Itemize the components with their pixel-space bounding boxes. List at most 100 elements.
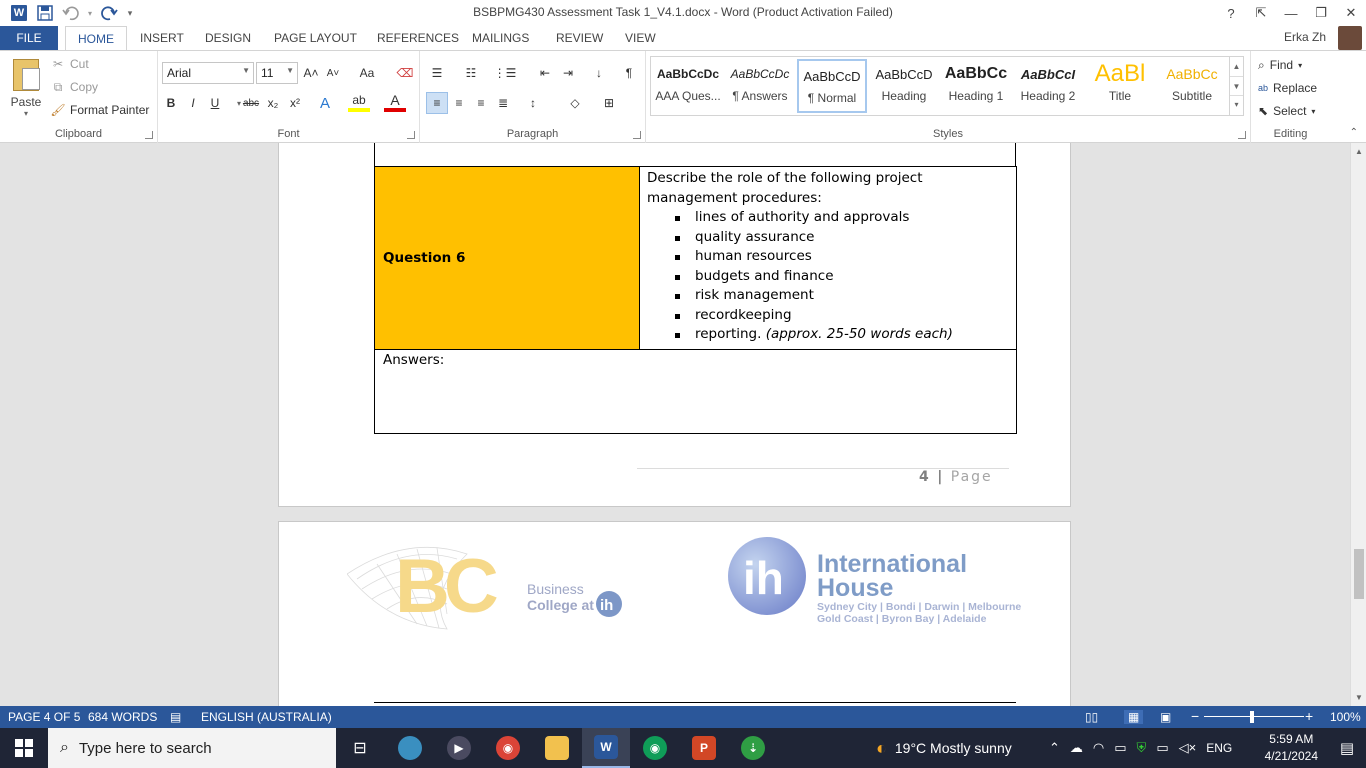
word-count-status[interactable]: 684 WORDS (88, 710, 157, 724)
app-icon-chrome[interactable]: ◉ (631, 728, 679, 768)
scroll-up-icon[interactable]: ▲ (1351, 147, 1366, 156)
volume-icon[interactable]: ◁× (1179, 740, 1197, 756)
shrink-font-button[interactable]: A˅ (322, 62, 344, 84)
system-clock[interactable]: 5:59 AM 4/21/2024 (1265, 731, 1318, 765)
grow-font-button[interactable]: A˄ (300, 62, 322, 84)
network-icon[interactable]: ◠ (1093, 740, 1104, 756)
font-size-select[interactable]: 11 ▼ (256, 62, 298, 84)
borders-icon[interactable]: ⊞ (598, 92, 620, 114)
underline-button[interactable]: U (204, 92, 226, 114)
bold-button[interactable]: B (160, 92, 182, 114)
tab-design[interactable]: DESIGN (205, 26, 251, 50)
chevron-up-icon[interactable]: ⌃ (1049, 740, 1060, 756)
tab-view[interactable]: VIEW (625, 26, 656, 50)
weather-widget[interactable]: ◐ 19°C Mostly sunny (876, 728, 1012, 768)
style-answers[interactable]: AaBbCcDc ¶ Answers (725, 59, 795, 113)
chevron-up-icon[interactable]: ▲ (1230, 57, 1243, 76)
increase-indent-icon[interactable]: ⇥ (557, 62, 579, 84)
tab-review[interactable]: REVIEW (556, 26, 603, 50)
onedrive-icon[interactable]: ☁ (1070, 740, 1083, 756)
font-color-button[interactable]: A (384, 92, 406, 112)
app-icon-photos[interactable] (386, 728, 434, 768)
style-heading-2[interactable]: AaBbCcI Heading 2 (1013, 59, 1083, 113)
select-button[interactable]: ⬉ Select ▾ (1258, 100, 1315, 122)
app-icon-download-manager[interactable]: ⇣ (729, 728, 777, 768)
chevron-down-icon[interactable]: ▼ (1230, 76, 1243, 95)
font-dialog-launcher[interactable] (407, 131, 415, 139)
taskbar-search[interactable]: ⌕ Type here to search (48, 728, 336, 768)
style-title[interactable]: AaBl Title (1085, 59, 1155, 113)
text-effects-button[interactable]: A (314, 92, 336, 114)
tab-mailings[interactable]: MAILINGS (472, 26, 529, 50)
sort-icon[interactable]: ↓ (588, 62, 610, 84)
question-label[interactable]: Question 6 (374, 166, 640, 350)
app-icon-media-player[interactable]: ▶ (435, 728, 483, 768)
justify-icon[interactable]: ≣ (492, 92, 514, 114)
language-status[interactable]: ENGLISH (AUSTRALIA) (201, 710, 332, 724)
restore-button[interactable]: ❐ (1306, 0, 1336, 26)
read-mode-icon[interactable]: ▯▯ (1085, 710, 1098, 724)
task-view-icon[interactable]: ⊟ (336, 728, 384, 768)
clipboard-dialog-launcher[interactable] (145, 131, 153, 139)
question-text-cell[interactable]: Describe the role of the following proje… (639, 166, 1017, 350)
tab-file[interactable]: FILE (0, 26, 58, 50)
ribbon-display-options-icon[interactable]: ⇱ (1246, 0, 1276, 26)
align-right-icon[interactable]: ≡ (470, 92, 492, 114)
show-hide-button[interactable]: ¶ (618, 62, 640, 84)
bullets-icon[interactable]: ☰ (426, 62, 448, 84)
web-layout-icon[interactable]: ▣ (1160, 710, 1171, 724)
security-icon[interactable]: ⛨ (1137, 740, 1147, 756)
battery-icon[interactable]: ▭ (1156, 740, 1168, 756)
close-button[interactable]: ✕ (1336, 0, 1366, 26)
decrease-indent-icon[interactable]: ⇤ (534, 62, 556, 84)
tab-insert[interactable]: INSERT (140, 26, 184, 50)
app-icon-word[interactable]: W (582, 728, 630, 768)
styles-scroll[interactable]: ▲ ▼ ▾ (1229, 57, 1243, 115)
font-family-select[interactable]: Arial ▼ (162, 62, 254, 84)
clear-formatting-icon[interactable]: ⌫ (394, 62, 416, 84)
style-heading[interactable]: AaBbCcD Heading (869, 59, 939, 113)
meet-now-icon[interactable]: ▭ (1114, 740, 1126, 756)
align-center-icon[interactable]: ≡ (448, 92, 470, 114)
minimize-button[interactable]: — (1276, 0, 1306, 26)
italic-button[interactable]: I (182, 92, 204, 114)
tab-references[interactable]: REFERENCES (377, 26, 459, 50)
answers-cell[interactable]: Answers: (374, 348, 1017, 434)
format-painter-button[interactable]: 🖌 Format Painter (50, 100, 149, 120)
multilevel-list-icon[interactable]: ⋮☰ (494, 62, 517, 84)
shading-icon[interactable]: ◇ (564, 92, 586, 114)
subscript-button[interactable]: x₂ (262, 92, 284, 114)
app-icon-powerpoint[interactable]: P (680, 728, 728, 768)
page-count-status[interactable]: PAGE 4 OF 5 (8, 710, 80, 724)
zoom-out-icon[interactable]: − (1191, 708, 1199, 724)
user-name[interactable]: Erka Zh (1284, 30, 1326, 44)
app-icon-chrome-profile[interactable]: ◉ (484, 728, 532, 768)
notifications-icon[interactable]: ▤ (1340, 728, 1354, 768)
replace-button[interactable]: ab Replace (1258, 77, 1317, 99)
start-button[interactable] (0, 728, 48, 768)
line-spacing-icon[interactable]: ↕ (522, 92, 544, 114)
style-aaa-questions[interactable]: AaBbCcDc AAA Ques... (653, 59, 723, 113)
cut-button[interactable]: ✂ Cut (50, 54, 89, 74)
input-language[interactable]: ENG (1206, 741, 1232, 755)
paragraph-dialog-launcher[interactable] (633, 131, 641, 139)
superscript-button[interactable]: x² (284, 92, 306, 114)
zoom-in-icon[interactable]: + (1305, 708, 1313, 724)
style-subtitle[interactable]: AaBbCc Subtitle (1157, 59, 1227, 113)
styles-dialog-launcher[interactable] (1238, 131, 1246, 139)
copy-button[interactable]: ⧉ Copy (50, 77, 98, 97)
vertical-scrollbar[interactable]: ▲ ▼ (1350, 143, 1366, 706)
align-left-icon[interactable]: ≡ (426, 92, 448, 114)
more-styles-icon[interactable]: ▾ (1230, 95, 1243, 113)
find-button[interactable]: ⌕ Find ▾ (1258, 54, 1302, 76)
app-icon-file-explorer[interactable] (533, 728, 581, 768)
tab-page-layout[interactable]: PAGE LAYOUT (274, 26, 357, 50)
help-icon[interactable]: ? (1216, 0, 1246, 26)
zoom-level[interactable]: 100% (1330, 710, 1361, 724)
proofing-icon[interactable]: ▤ (170, 710, 181, 724)
change-case-button[interactable]: Aa (352, 62, 382, 84)
zoom-slider[interactable] (1204, 716, 1304, 717)
strikethrough-button[interactable]: abc (240, 92, 262, 114)
tab-home[interactable]: HOME (65, 26, 127, 51)
print-layout-icon[interactable]: ▦ (1124, 710, 1144, 724)
